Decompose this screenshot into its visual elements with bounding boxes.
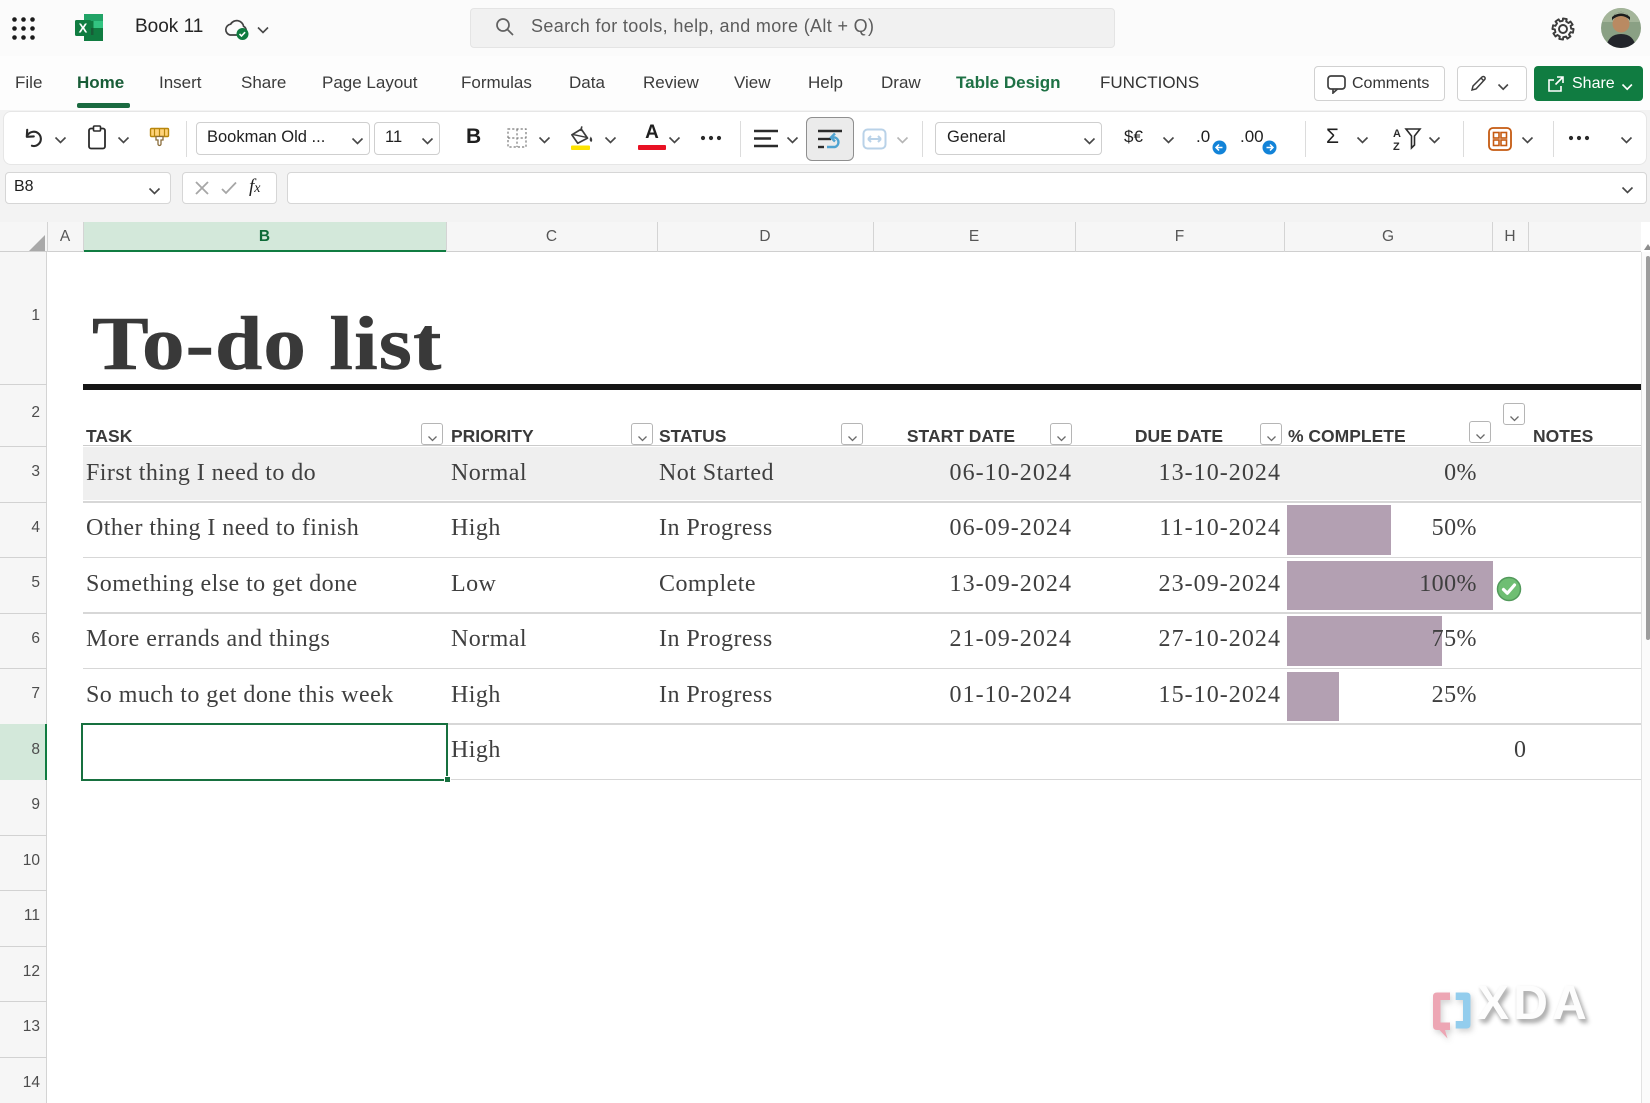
svg-text:Z: Z bbox=[1393, 141, 1400, 152]
svg-text:A: A bbox=[1393, 128, 1401, 140]
svg-text:X: X bbox=[79, 21, 88, 36]
